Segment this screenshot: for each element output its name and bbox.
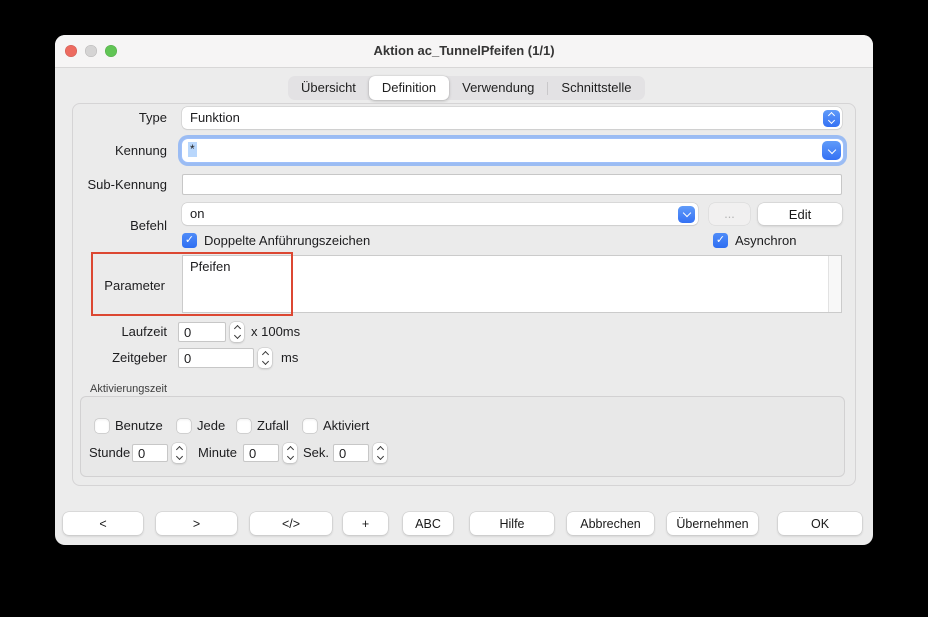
minute-stepper[interactable] bbox=[283, 443, 297, 463]
sek-stepper[interactable] bbox=[373, 443, 387, 463]
sub-kennung-input[interactable] bbox=[182, 174, 842, 195]
befehl-combobox[interactable]: on bbox=[182, 203, 698, 225]
prev-button[interactable]: < bbox=[63, 512, 143, 535]
stepper-down-icon bbox=[233, 332, 240, 339]
type-label: Type bbox=[55, 107, 167, 129]
stunde-label: Stunde bbox=[89, 444, 130, 462]
asynchron-checkbox[interactable] bbox=[713, 233, 728, 248]
asynchron-checkbox-label: Asynchron bbox=[735, 233, 796, 248]
stunde-stepper[interactable] bbox=[172, 443, 186, 463]
minute-label: Minute bbox=[198, 444, 237, 462]
next-button[interactable]: > bbox=[156, 512, 237, 535]
window-controls bbox=[65, 45, 117, 57]
aktiviert-checkbox[interactable] bbox=[303, 419, 317, 433]
zeitgeber-unit: ms bbox=[281, 348, 298, 368]
chevron-up-down-icon[interactable] bbox=[823, 110, 840, 127]
apply-button[interactable]: Übernehmen bbox=[667, 512, 758, 535]
tab-schnittstelle[interactable]: Schnittstelle bbox=[548, 76, 644, 100]
befehl-value: on bbox=[190, 203, 204, 225]
kennung-label: Kennung bbox=[55, 140, 167, 162]
stepper-down-icon bbox=[376, 453, 383, 460]
stepper-down-icon bbox=[261, 358, 268, 365]
aktivierungszeit-groupbox bbox=[80, 396, 845, 477]
sek-input[interactable] bbox=[333, 444, 369, 462]
minimize-button bbox=[85, 45, 97, 57]
zoom-button[interactable] bbox=[105, 45, 117, 57]
help-button[interactable]: Hilfe bbox=[470, 512, 554, 535]
zeitgeber-label: Zeitgeber bbox=[55, 348, 167, 368]
befehl-edit-button[interactable]: Edit bbox=[758, 203, 842, 225]
abc-button[interactable]: ABC bbox=[403, 512, 453, 535]
tab-verwendung[interactable]: Verwendung bbox=[449, 76, 547, 100]
ok-button[interactable]: OK bbox=[778, 512, 862, 535]
befehl-more-button: ... bbox=[709, 203, 750, 225]
zeitgeber-stepper[interactable] bbox=[258, 348, 272, 368]
aktiviert-checkbox-label: Aktiviert bbox=[323, 419, 369, 433]
zeitgeber-input[interactable] bbox=[178, 348, 254, 368]
sub-kennung-label: Sub-Kennung bbox=[55, 174, 167, 195]
minute-input[interactable] bbox=[243, 444, 279, 462]
parameter-textarea[interactable]: Pfeifen bbox=[182, 255, 842, 313]
benutze-checkbox-label: Benutze bbox=[115, 419, 163, 433]
laufzeit-stepper[interactable] bbox=[230, 322, 244, 342]
aktivierungszeit-title: Aktivierungszeit bbox=[90, 383, 167, 395]
chevron-down-icon[interactable] bbox=[678, 206, 695, 223]
doppelte-checkbox-label: Doppelte Anführungszeichen bbox=[204, 233, 370, 248]
parameter-value: Pfeifen bbox=[190, 259, 230, 274]
type-popup[interactable]: Funktion bbox=[182, 107, 842, 129]
add-button[interactable]: + bbox=[343, 512, 388, 535]
benutze-checkbox[interactable] bbox=[95, 419, 109, 433]
befehl-label: Befehl bbox=[55, 218, 167, 233]
titlebar: Aktion ac_TunnelPfeifen (1/1) bbox=[55, 35, 873, 68]
laufzeit-unit: x 100ms bbox=[251, 322, 300, 342]
kennung-combobox[interactable]: * bbox=[182, 139, 843, 162]
tab-uebersicht[interactable]: Übersicht bbox=[288, 76, 369, 100]
laufzeit-input[interactable] bbox=[178, 322, 226, 342]
window-title: Aktion ac_TunnelPfeifen (1/1) bbox=[55, 35, 873, 67]
jede-checkbox[interactable] bbox=[177, 419, 191, 433]
zufall-checkbox-label: Zufall bbox=[257, 419, 289, 433]
parameter-scrollbar[interactable] bbox=[828, 256, 841, 312]
stepper-down-icon bbox=[175, 453, 182, 460]
tab-definition[interactable]: Definition bbox=[369, 76, 449, 100]
zufall-checkbox[interactable] bbox=[237, 419, 251, 433]
laufzeit-label: Laufzeit bbox=[55, 322, 167, 342]
tab-bar: Übersicht Definition Verwendung Schnitts… bbox=[288, 76, 645, 100]
code-button[interactable]: </> bbox=[250, 512, 332, 535]
sek-label: Sek. bbox=[303, 444, 329, 462]
cancel-button[interactable]: Abbrechen bbox=[567, 512, 654, 535]
dialog-window: Aktion ac_TunnelPfeifen (1/1) Übersicht … bbox=[55, 35, 873, 545]
doppelte-checkbox[interactable] bbox=[182, 233, 197, 248]
chevron-down-icon[interactable] bbox=[822, 141, 841, 160]
type-value: Funktion bbox=[190, 107, 240, 129]
stepper-down-icon bbox=[286, 453, 293, 460]
kennung-value-selected: * bbox=[188, 142, 197, 157]
close-button[interactable] bbox=[65, 45, 77, 57]
jede-checkbox-label: Jede bbox=[197, 419, 225, 433]
parameter-label: Parameter bbox=[55, 276, 165, 296]
stunde-input[interactable] bbox=[132, 444, 168, 462]
